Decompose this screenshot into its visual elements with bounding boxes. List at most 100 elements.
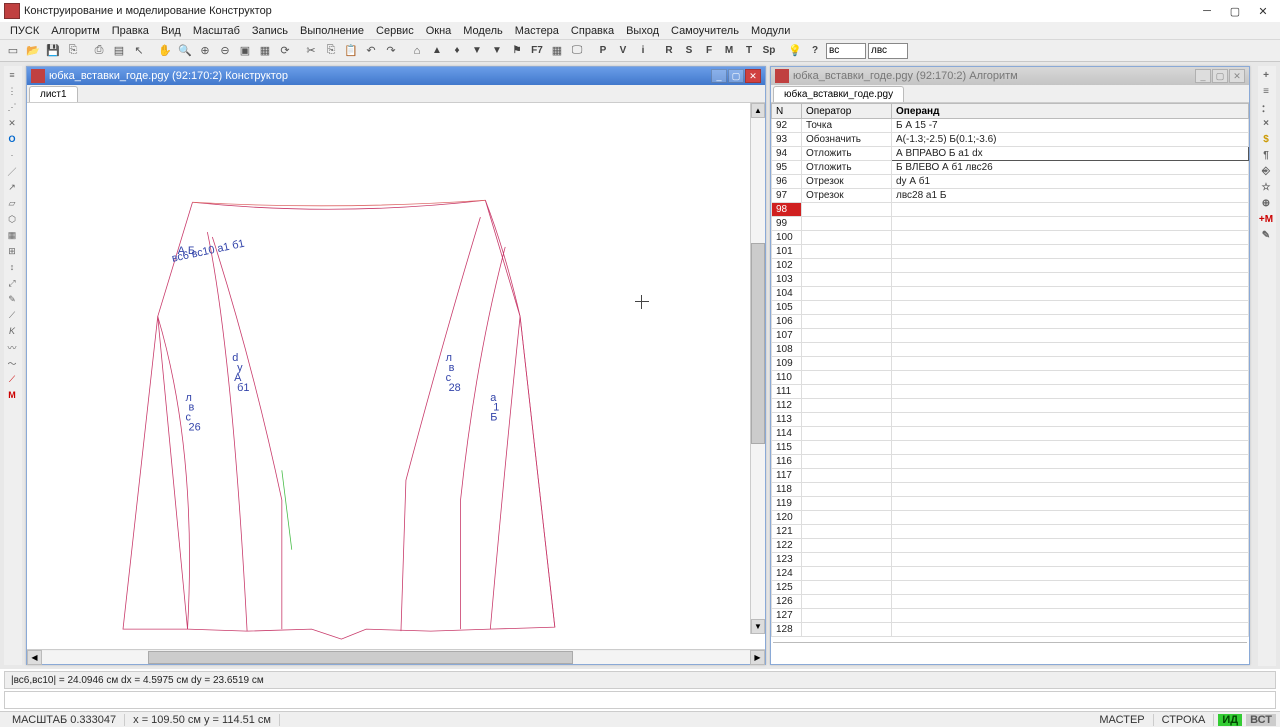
table-row[interactable]: 111 <box>772 385 1249 399</box>
menu-item[interactable]: Сервис <box>370 25 420 37</box>
hand-icon[interactable]: ✋ <box>156 42 174 60</box>
sp-button[interactable]: Sp <box>760 42 778 60</box>
print-icon[interactable]: ⎙ <box>90 42 108 60</box>
table-row[interactable]: 109 <box>772 357 1249 371</box>
grid-input[interactable] <box>773 642 1247 662</box>
ltool-icon[interactable]: O <box>4 132 20 146</box>
ltool-icon[interactable]: ⋰ <box>4 100 20 114</box>
saveall-icon[interactable]: ⎘ <box>64 42 82 60</box>
table-row[interactable]: 120 <box>772 511 1249 525</box>
minimize-button[interactable]: ─ <box>1194 2 1220 20</box>
maximize-button[interactable]: ▢ <box>1222 2 1248 20</box>
menu-item[interactable]: Алгоритм <box>45 25 106 37</box>
copy-icon[interactable]: ⎘ <box>322 42 340 60</box>
table-row[interactable]: 121 <box>772 525 1249 539</box>
col-operator[interactable]: Оператор <box>802 104 892 119</box>
table-row[interactable]: 116 <box>772 455 1249 469</box>
ltool-icon[interactable]: ⟋ <box>4 308 20 322</box>
ltool-icon[interactable]: · <box>4 148 20 162</box>
screen-icon[interactable]: 🖵 <box>568 42 586 60</box>
r-button[interactable]: R <box>660 42 678 60</box>
tri-dn2-icon[interactable]: ▼ <box>488 42 506 60</box>
ltool-icon[interactable]: ▦ <box>4 228 20 242</box>
ltool-icon[interactable]: ⊞ <box>4 244 20 258</box>
f-button[interactable]: F <box>700 42 718 60</box>
flag-icon[interactable]: ⚑ <box>508 42 526 60</box>
i-button[interactable]: i <box>634 42 652 60</box>
ltool-icon[interactable]: ≡ <box>4 68 20 82</box>
redo-icon[interactable]: ↷ <box>382 42 400 60</box>
rtool-icon[interactable]: ⊕ <box>1258 196 1274 210</box>
save-icon[interactable]: 💾 <box>44 42 62 60</box>
menu-item[interactable]: Выход <box>620 25 665 37</box>
preview-icon[interactable]: ▤ <box>110 42 128 60</box>
rtool-icon[interactable]: ¶ <box>1258 148 1274 162</box>
menu-item[interactable]: Правка <box>106 25 155 37</box>
table-row[interactable]: 100 <box>772 231 1249 245</box>
ltool-icon[interactable]: ↗ <box>4 180 20 194</box>
menu-item[interactable]: Вид <box>155 25 187 37</box>
algorithm-grid[interactable]: N Оператор Операнд 92ТочкаБ А 15 -793Обо… <box>771 103 1249 640</box>
table-row[interactable]: 110 <box>772 371 1249 385</box>
table-row[interactable]: 92ТочкаБ А 15 -7 <box>772 119 1249 133</box>
table-row[interactable]: 115 <box>772 441 1249 455</box>
table-row[interactable]: 124 <box>772 567 1249 581</box>
ltool-icon[interactable]: 〜 <box>4 356 20 370</box>
paste-icon[interactable]: 📋 <box>342 42 360 60</box>
table-row[interactable]: 105 <box>772 301 1249 315</box>
help-icon[interactable]: 💡 <box>786 42 804 60</box>
panel-close-icon[interactable]: ✕ <box>1229 69 1245 83</box>
table-row[interactable]: 122 <box>772 539 1249 553</box>
table-row[interactable]: 112 <box>772 399 1249 413</box>
table-row[interactable]: 125 <box>772 581 1249 595</box>
menu-item[interactable]: Самоучитель <box>665 25 745 37</box>
design-canvas[interactable]: ▲▼ <box>27 103 765 649</box>
rtool-icon[interactable]: × <box>1258 116 1274 130</box>
panel-max-icon[interactable]: ▢ <box>1212 69 1228 83</box>
table-row[interactable]: 102 <box>772 259 1249 273</box>
tri-up-icon[interactable]: ▲ <box>428 42 446 60</box>
table-row[interactable]: 95ОтложитьБ ВЛЕВО А б1 лвс26 <box>772 161 1249 175</box>
open-icon[interactable]: 📂 <box>24 42 42 60</box>
table-row[interactable]: 114 <box>772 427 1249 441</box>
algo-tab[interactable]: юбка_вставки_годе.pgy <box>773 86 904 102</box>
zoomwin-icon[interactable]: ▣ <box>236 42 254 60</box>
v-button[interactable]: V <box>614 42 632 60</box>
table-row[interactable]: 97Отрезоклвс28 а1 Б <box>772 189 1249 203</box>
table-row[interactable]: 118 <box>772 483 1249 497</box>
sheet-tab[interactable]: лист1 <box>29 86 78 102</box>
cut-icon[interactable]: ✂ <box>302 42 320 60</box>
table-row[interactable]: 94ОтложитьА ВПРАВО Б а1 dx <box>772 147 1249 161</box>
table-row[interactable]: 93ОбозначитьА(-1.3;-2.5) Б(0.1;-3.6) <box>772 133 1249 147</box>
table-row[interactable]: 101 <box>772 245 1249 259</box>
home-icon[interactable]: ⌂ <box>408 42 426 60</box>
tri-down-icon[interactable]: ▼ <box>468 42 486 60</box>
menu-item[interactable]: Выполнение <box>294 25 370 37</box>
menu-item[interactable]: Окна <box>420 25 458 37</box>
panel-header[interactable]: юбка_вставки_годе.pgy (92:170:2) Констру… <box>27 67 765 85</box>
table-row[interactable]: 96Отрезокdy А б1 <box>772 175 1249 189</box>
table-row[interactable]: 117 <box>772 469 1249 483</box>
table-row[interactable]: 104 <box>772 287 1249 301</box>
zoomout-icon[interactable]: ⊖ <box>216 42 234 60</box>
t-button[interactable]: T <box>740 42 758 60</box>
table-row[interactable]: 99 <box>772 217 1249 231</box>
p-button[interactable]: P <box>594 42 612 60</box>
ltool-icon[interactable]: ⤢ <box>4 276 20 290</box>
f7-button[interactable]: F7 <box>528 42 546 60</box>
rotate-icon[interactable]: ⟳ <box>276 42 294 60</box>
ltool-icon[interactable]: ✕ <box>4 116 20 130</box>
menu-item[interactable]: ПУСК <box>4 25 45 37</box>
tree-icon[interactable]: ♦ <box>448 42 466 60</box>
rtool-icon[interactable]: ⎆ <box>1258 164 1274 178</box>
table-row[interactable]: 106 <box>772 315 1249 329</box>
s-button[interactable]: S <box>680 42 698 60</box>
panel-min-icon[interactable]: _ <box>711 69 727 83</box>
menu-item[interactable]: Запись <box>246 25 294 37</box>
rtool-icon[interactable]: $ <box>1258 132 1274 146</box>
table-row[interactable]: 126 <box>772 595 1249 609</box>
rtool-icon[interactable]: ≡ <box>1258 84 1274 98</box>
rtool-icon[interactable]: ： <box>1258 100 1274 114</box>
col-operand[interactable]: Операнд <box>892 104 1249 119</box>
menu-item[interactable]: Масштаб <box>187 25 246 37</box>
